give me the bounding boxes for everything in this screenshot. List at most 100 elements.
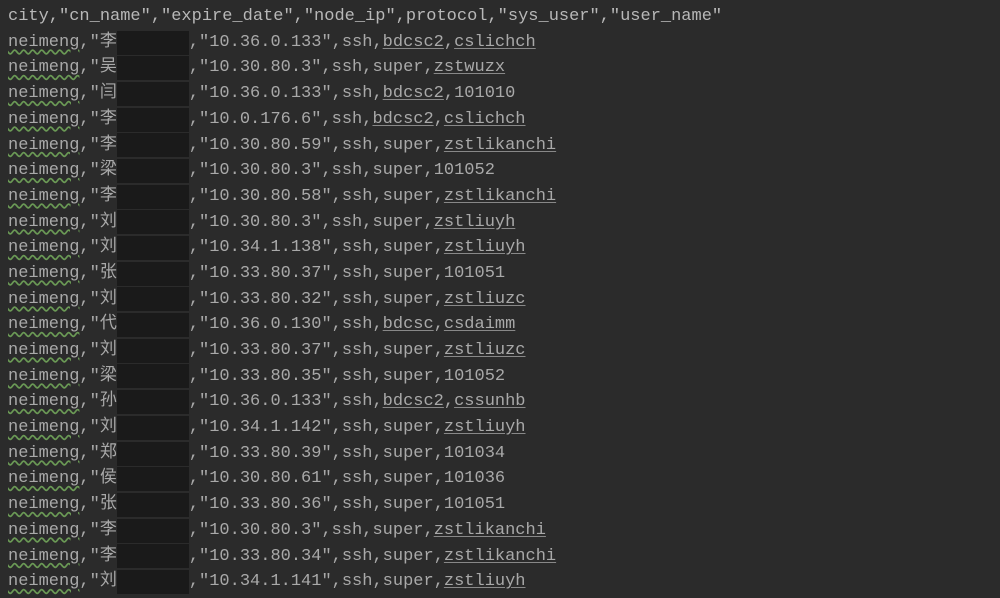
user-name-value: zstlikanchi (434, 518, 546, 544)
user-name-value: zstwuzx (434, 55, 505, 81)
redacted-block (117, 493, 189, 517)
sys-user-value: bdcsc (383, 312, 434, 338)
cn-name-prefix: 李 (100, 518, 117, 544)
city-value: neimeng (8, 441, 79, 467)
city-value: neimeng (8, 133, 79, 159)
sys-user-value: super (372, 210, 423, 236)
row-middle-text: ,"10.30.80.3",ssh, (189, 210, 373, 236)
user-name-value: zstlikanchi (444, 184, 556, 210)
sys-user-value: super (383, 492, 434, 518)
csv-data-row: neimeng,"刘,"10.34.1.138",ssh,super,zstli… (8, 235, 992, 261)
cn-name-prefix: 吴 (100, 55, 117, 81)
sys-user-value: super (383, 261, 434, 287)
csv-data-row: neimeng,"李,"10.33.80.34",ssh,super,zstli… (8, 543, 992, 569)
city-value: neimeng (8, 30, 79, 56)
row-middle-text: ,"10.30.80.61",ssh, (189, 466, 383, 492)
cn-name-prefix: 梁 (100, 158, 117, 184)
sys-user-value: super (383, 133, 434, 159)
redacted-block (117, 467, 189, 491)
sys-user-value: super (372, 158, 423, 184)
row-middle-text: ,"10.33.80.32",ssh, (189, 287, 383, 313)
cn-name-prefix: 张 (100, 261, 117, 287)
csv-data-row: neimeng,"孙,"10.36.0.133",ssh,bdcsc2,cssu… (8, 389, 992, 415)
row-middle-text: ,"10.36.0.130",ssh, (189, 312, 383, 338)
redacted-block (117, 544, 189, 568)
csv-data-row: neimeng,"闫,"10.36.0.133",ssh,bdcsc2,1010… (8, 81, 992, 107)
cn-name-prefix: 刘 (100, 415, 117, 441)
csv-data-row: neimeng,"刘,"10.30.80.3",ssh,super,zstliu… (8, 210, 992, 236)
cn-name-prefix: 李 (100, 544, 117, 570)
redacted-block (117, 364, 189, 388)
city-value: neimeng (8, 569, 79, 595)
cn-name-prefix: 侯 (100, 466, 117, 492)
city-value: neimeng (8, 287, 79, 313)
city-value: neimeng (8, 518, 79, 544)
cn-name-prefix: 李 (100, 184, 117, 210)
user-name-value: 101052 (444, 364, 505, 390)
csv-data-row: neimeng,"郑,"10.33.80.39",ssh,super,10103… (8, 441, 992, 467)
redacted-block (117, 287, 189, 311)
row-middle-text: ,"10.33.80.34",ssh, (189, 544, 383, 570)
sys-user-value: bdcsc2 (383, 389, 444, 415)
row-middle-text: ,"10.34.1.142",ssh, (189, 415, 383, 441)
row-middle-text: ,"10.36.0.133",ssh, (189, 389, 383, 415)
csv-data-row: neimeng,"李,"10.36.0.133",ssh,bdcsc2,csli… (8, 30, 992, 56)
redacted-block (117, 133, 189, 157)
sys-user-value: super (383, 466, 434, 492)
redacted-block (117, 108, 189, 132)
cn-name-prefix: 代 (100, 312, 117, 338)
sys-user-value: super (383, 287, 434, 313)
csv-data-row: neimeng,"李,"10.30.80.58",ssh,super,zstli… (8, 184, 992, 210)
city-value: neimeng (8, 415, 79, 441)
city-value: neimeng (8, 107, 79, 133)
redacted-block (117, 262, 189, 286)
city-value: neimeng (8, 261, 79, 287)
csv-data-row: neimeng,"李,"10.30.80.59",ssh,super,zstli… (8, 132, 992, 158)
csv-data-row: neimeng,"梁,"10.33.80.35",ssh,super,10105… (8, 364, 992, 390)
user-name-value: 101036 (444, 466, 505, 492)
city-value: neimeng (8, 544, 79, 570)
csv-data-row: neimeng,"李,"10.30.80.3",ssh,super,zstlik… (8, 518, 992, 544)
user-name-value: 101010 (454, 81, 515, 107)
row-middle-text: ,"10.30.80.3",ssh, (189, 518, 373, 544)
cn-name-prefix: 李 (100, 133, 117, 159)
row-middle-text: ,"10.33.80.39",ssh, (189, 441, 383, 467)
cn-name-prefix: 梁 (100, 364, 117, 390)
csv-data-row: neimeng,"张,"10.33.80.36",ssh,super,10105… (8, 492, 992, 518)
user-name-value: zstliuzc (444, 338, 526, 364)
row-middle-text: ,"10.36.0.133",ssh, (189, 30, 383, 56)
cn-name-prefix: 刘 (100, 569, 117, 595)
row-middle-text: ,"10.36.0.133",ssh, (189, 81, 383, 107)
redacted-block (117, 210, 189, 234)
city-value: neimeng (8, 389, 79, 415)
redacted-block (117, 442, 189, 466)
sys-user-value: super (383, 235, 434, 261)
cn-name-prefix: 张 (100, 492, 117, 518)
sys-user-value: bdcsc2 (383, 81, 444, 107)
sys-user-value: super (372, 55, 423, 81)
csv-text-view: city,"cn_name","expire_date","node_ip",p… (8, 4, 992, 595)
sys-user-value: super (383, 338, 434, 364)
row-middle-text: ,"10.30.80.3",ssh, (189, 158, 373, 184)
user-name-value: 101034 (444, 441, 505, 467)
sys-user-value: super (383, 364, 434, 390)
user-name-value: 101051 (444, 492, 505, 518)
city-value: neimeng (8, 55, 79, 81)
row-middle-text: ,"10.34.1.138",ssh, (189, 235, 383, 261)
user-name-value: cssunhb (454, 389, 525, 415)
cn-name-prefix: 闫 (100, 81, 117, 107)
cn-name-prefix: 李 (100, 107, 117, 133)
user-name-value: zstliuyh (444, 569, 526, 595)
sys-user-value: super (372, 518, 423, 544)
cn-name-prefix: 刘 (100, 235, 117, 261)
cn-name-prefix: 孙 (100, 389, 117, 415)
sys-user-value: bdcsc2 (383, 30, 444, 56)
row-middle-text: ,"10.33.80.37",ssh, (189, 338, 383, 364)
city-value: neimeng (8, 466, 79, 492)
city-value: neimeng (8, 81, 79, 107)
redacted-block (117, 390, 189, 414)
sys-user-value: bdcsc2 (372, 107, 433, 133)
csv-data-row: neimeng,"代,"10.36.0.130",ssh,bdcsc,csdai… (8, 312, 992, 338)
user-name-value: zstliuyh (444, 235, 526, 261)
city-value: neimeng (8, 338, 79, 364)
